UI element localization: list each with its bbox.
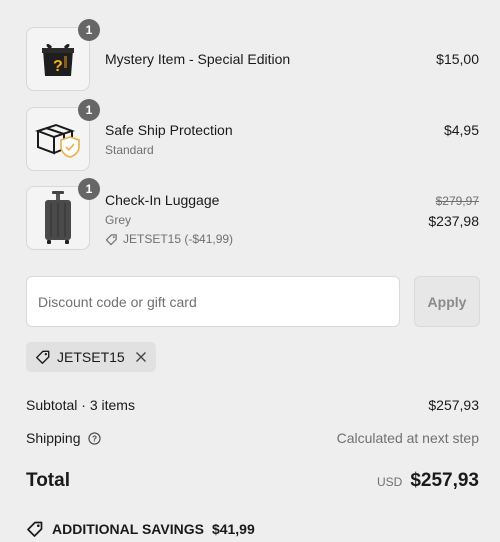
total-row: Total USD $257,93 [26, 470, 479, 492]
applied-discount-chip: JETSET15 [26, 342, 156, 372]
subtotal-row: Subtotal · 3 items $257,93 [26, 397, 479, 413]
tag-icon [27, 521, 43, 537]
tag-icon [36, 350, 50, 364]
item-name: Check-In Luggage [105, 192, 220, 208]
quantity-badge: 1 [78, 178, 100, 200]
applied-discount-code: JETSET15 [57, 349, 125, 365]
subtotal-value: $257,93 [428, 397, 479, 413]
close-icon [136, 352, 146, 362]
shipping-label: Shipping [26, 430, 81, 446]
shipping-row: Shipping ? Calculated at next step [26, 430, 479, 446]
shield-package-icon [35, 123, 80, 158]
product-thumbnail: 1 [26, 178, 100, 250]
total-label: Total [26, 470, 70, 491]
help-icon[interactable]: ? [87, 431, 101, 445]
mystery-box-icon: ? [42, 43, 74, 76]
suitcase-icon [45, 191, 71, 244]
svg-text:?: ? [53, 58, 63, 75]
svg-text:?: ? [91, 433, 96, 443]
item-name: Safe Ship Protection [105, 122, 233, 138]
item-price: $4,95 [443, 122, 479, 138]
remove-discount-button[interactable] [135, 351, 147, 363]
line-item-luggage: 1 Check-In Luggage Grey JETSET15 (-$41,9… [26, 178, 479, 250]
line-item-safe-ship: 1 Safe Ship Protection Standard $4,95 [26, 99, 479, 171]
currency-code: USD [376, 475, 403, 489]
savings-value: $41,99 [211, 521, 255, 537]
quantity-badge: 1 [78, 19, 100, 41]
item-price: $15,00 [436, 51, 479, 67]
product-thumbnail: 1 [26, 99, 100, 171]
item-variant: Grey [105, 213, 132, 227]
savings-label: ADDITIONAL SAVINGS [52, 521, 204, 537]
tag-icon [105, 233, 117, 245]
discount-code-input[interactable] [26, 276, 400, 327]
item-discount: JETSET15 (-$41,99) [105, 232, 233, 246]
item-name: Mystery Item - Special Edition [105, 51, 291, 67]
item-discount-label: JETSET15 (-$41,99) [123, 232, 234, 246]
item-price: $237,98 [428, 213, 479, 229]
line-item-mystery: ? 1 Mystery Item - Special Edition $15,0… [26, 19, 479, 91]
quantity-badge: 1 [78, 99, 100, 121]
total-value: $257,93 [410, 470, 479, 491]
apply-button[interactable]: Apply [414, 276, 480, 327]
additional-savings: ADDITIONAL SAVINGS $41,99 [26, 520, 255, 538]
subtotal-label: Subtotal · 3 items [26, 397, 135, 413]
item-variant: Standard [105, 143, 154, 157]
shipping-value: Calculated at next step [336, 430, 479, 446]
product-thumbnail: ? 1 [26, 19, 100, 91]
item-compare-price: $279,97 [435, 194, 479, 208]
